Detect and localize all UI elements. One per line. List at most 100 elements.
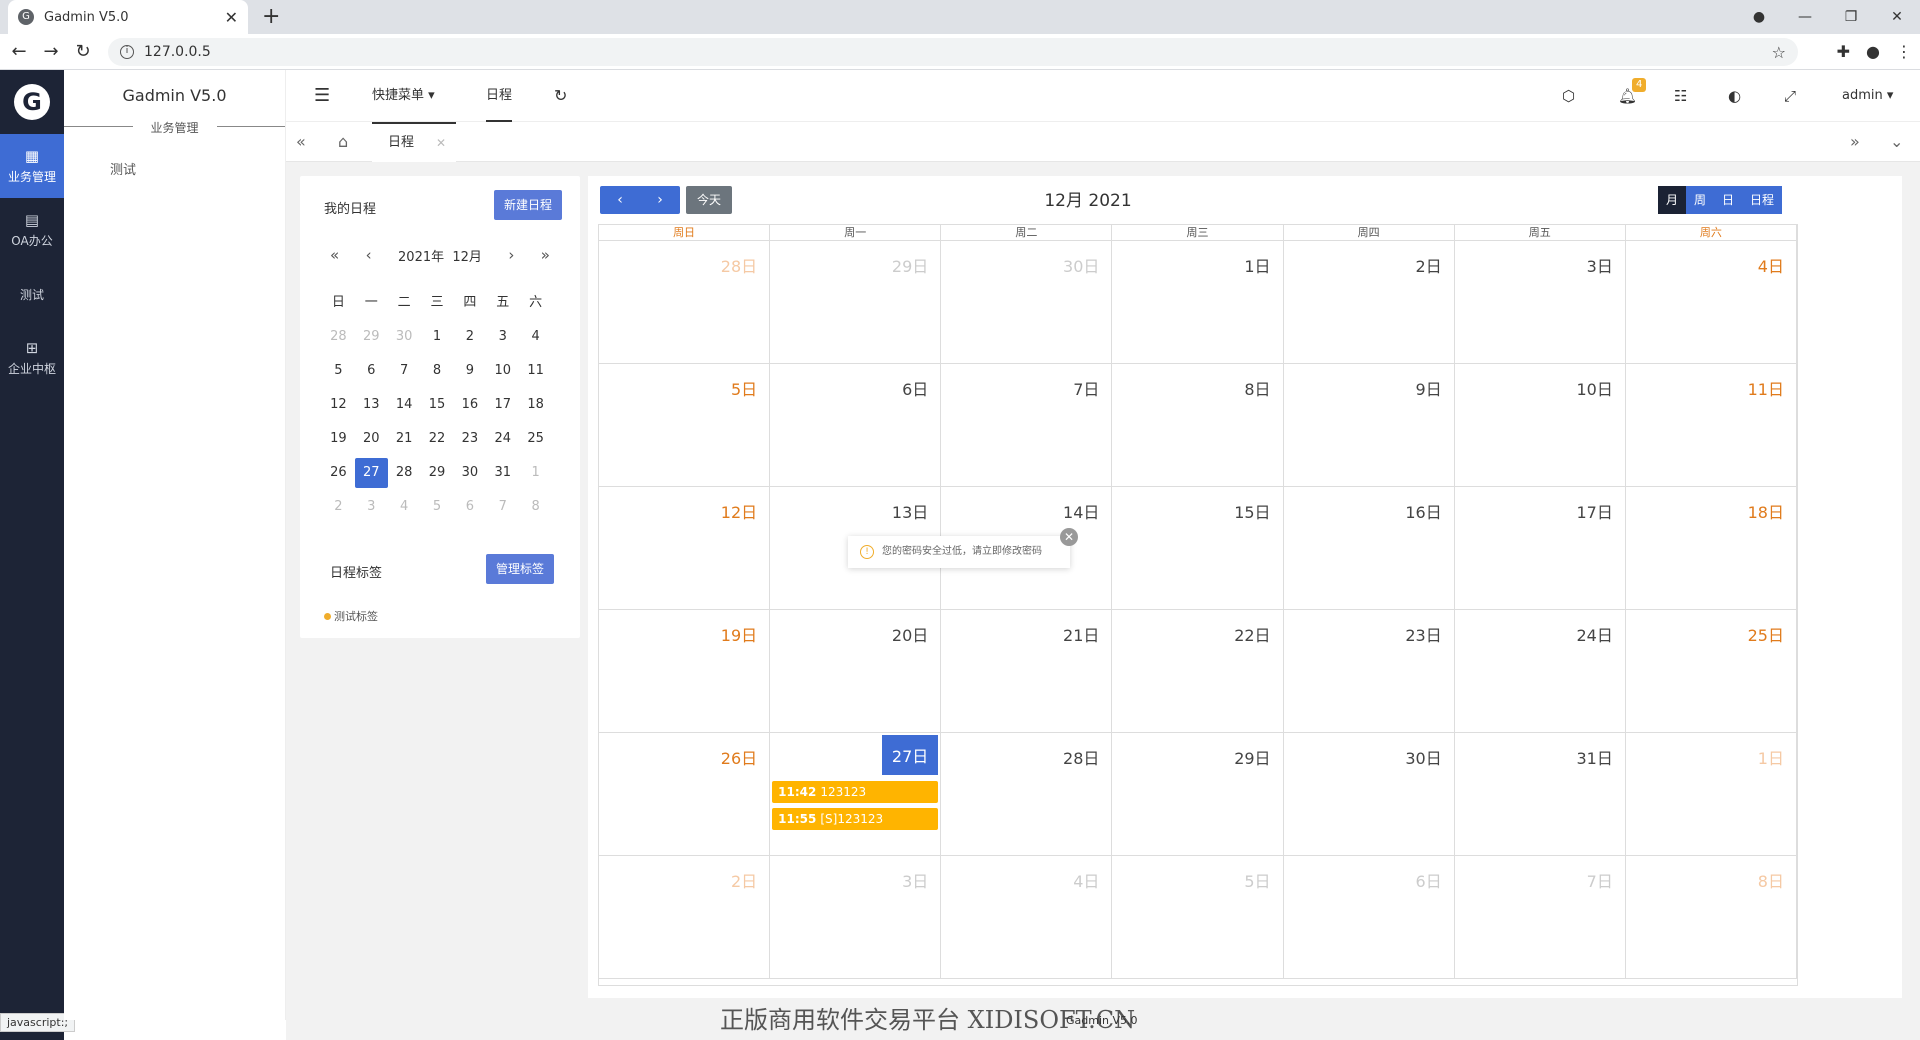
- day-cell[interactable]: 26日: [599, 733, 771, 855]
- back-icon[interactable]: ←: [6, 41, 32, 62]
- profile-menu-icon[interactable]: ●: [1736, 9, 1782, 25]
- next-year-icon[interactable]: »: [541, 246, 550, 265]
- close-tab-icon[interactable]: ✕: [436, 124, 446, 162]
- omnibox[interactable]: i 127.0.0.5 ☆: [108, 38, 1798, 66]
- reload-icon[interactable]: ↻: [70, 41, 96, 62]
- day-cell[interactable]: 23日: [1284, 610, 1455, 732]
- day-cell[interactable]: 11日: [1626, 364, 1797, 486]
- quick-menu[interactable]: 快捷菜单 ▾: [372, 70, 435, 122]
- day-cell[interactable]: 29日: [1112, 733, 1284, 855]
- submenu-item-test[interactable]: 测试: [110, 159, 285, 178]
- close-window-icon[interactable]: ✕: [1874, 9, 1920, 25]
- settings-sliders-icon[interactable]: ☷: [1674, 70, 1687, 122]
- mini-day[interactable]: 6: [453, 492, 486, 522]
- mini-day[interactable]: 25: [519, 424, 552, 454]
- theme-icon[interactable]: ◐: [1728, 70, 1741, 122]
- view-day-button[interactable]: 日: [1714, 186, 1743, 214]
- close-tab-icon[interactable]: ✕: [225, 8, 238, 27]
- day-cell[interactable]: 2日: [1284, 241, 1455, 363]
- view-month-button[interactable]: 月: [1658, 186, 1687, 214]
- mini-year[interactable]: 2021年: [398, 250, 444, 265]
- day-cell[interactable]: 1日: [1112, 241, 1284, 363]
- mini-day[interactable]: 2: [453, 322, 486, 352]
- mini-day[interactable]: 30: [453, 458, 486, 488]
- mini-day[interactable]: 8: [421, 356, 454, 386]
- mini-day[interactable]: 10: [486, 356, 519, 386]
- info-icon[interactable]: i: [120, 45, 134, 59]
- day-cell[interactable]: 28日: [599, 241, 771, 363]
- calendar-event[interactable]: 11:55 [S]123123: [772, 808, 939, 830]
- extensions-icon[interactable]: ✚: [1837, 42, 1850, 61]
- url-text[interactable]: 127.0.0.5: [144, 44, 211, 60]
- day-cell[interactable]: 1日: [1626, 733, 1797, 855]
- mini-month[interactable]: 12月: [452, 250, 482, 265]
- day-cell[interactable]: 16日: [1284, 487, 1455, 609]
- mini-day[interactable]: 14: [388, 390, 421, 420]
- cube-icon[interactable]: ⬡: [1562, 70, 1575, 122]
- mini-day[interactable]: 6: [355, 356, 388, 386]
- mini-day[interactable]: 19: [322, 424, 355, 454]
- refresh-icon[interactable]: ↻: [554, 70, 567, 122]
- mini-day[interactable]: 8: [519, 492, 552, 522]
- mini-day[interactable]: 1: [421, 322, 454, 352]
- new-schedule-button[interactable]: 新建日程: [494, 190, 562, 220]
- mini-day[interactable]: 28: [388, 458, 421, 488]
- mini-day[interactable]: 17: [486, 390, 519, 420]
- profile-icon[interactable]: ●: [1866, 42, 1880, 61]
- day-cell[interactable]: 5日: [1112, 856, 1284, 978]
- next-month-icon[interactable]: ›: [508, 246, 514, 265]
- day-cell[interactable]: 4日: [941, 856, 1113, 978]
- day-cell[interactable]: 25日: [1626, 610, 1797, 732]
- day-cell[interactable]: 19日: [599, 610, 771, 732]
- day-cell[interactable]: 29日: [770, 241, 942, 363]
- day-cell[interactable]: 4日: [1626, 241, 1797, 363]
- prev-button[interactable]: ‹: [600, 186, 640, 214]
- day-cell[interactable]: 22日: [1112, 610, 1284, 732]
- day-cell[interactable]: 20日: [770, 610, 942, 732]
- toast-close-icon[interactable]: ✕: [1060, 528, 1078, 546]
- mini-day[interactable]: 29: [355, 322, 388, 352]
- mini-day[interactable]: 4: [388, 492, 421, 522]
- mini-day[interactable]: 7: [388, 356, 421, 386]
- forward-icon[interactable]: →: [38, 41, 64, 62]
- user-menu[interactable]: admin ▾: [1842, 70, 1893, 122]
- mini-day[interactable]: 2: [322, 492, 355, 522]
- day-cell[interactable]: 28日: [941, 733, 1113, 855]
- day-cell[interactable]: 2日: [599, 856, 771, 978]
- day-cell[interactable]: 6日: [770, 364, 942, 486]
- mini-day[interactable]: 24: [486, 424, 519, 454]
- manage-tags-button[interactable]: 管理标签: [486, 554, 554, 584]
- day-cell[interactable]: 9日: [1284, 364, 1455, 486]
- mini-day[interactable]: 3: [486, 322, 519, 352]
- sidebar-item-test[interactable]: 测试: [0, 262, 64, 326]
- minimize-icon[interactable]: —: [1782, 9, 1828, 25]
- mini-day[interactable]: 3: [355, 492, 388, 522]
- mini-day[interactable]: 9: [453, 356, 486, 386]
- prev-month-icon[interactable]: ‹: [366, 246, 372, 265]
- mini-day[interactable]: 22: [421, 424, 454, 454]
- day-cell[interactable]: 7日: [1455, 856, 1626, 978]
- more-menu-icon[interactable]: ⋮: [1896, 42, 1912, 61]
- day-cell[interactable]: 30日: [1284, 733, 1455, 855]
- tabs-dropdown-icon[interactable]: ⌄: [1890, 122, 1903, 162]
- day-cell[interactable]: 15日: [1112, 487, 1284, 609]
- browser-tab[interactable]: G Gadmin V5.0 ✕: [8, 0, 248, 34]
- mini-day[interactable]: 7: [486, 492, 519, 522]
- mini-day[interactable]: 5: [421, 492, 454, 522]
- fullscreen-icon[interactable]: ⤢: [1784, 70, 1796, 122]
- mini-day[interactable]: 21: [388, 424, 421, 454]
- sidebar-item-business[interactable]: ▦ 业务管理: [0, 134, 64, 198]
- day-cell[interactable]: 7日: [941, 364, 1113, 486]
- bookmark-star-icon[interactable]: ☆: [1772, 43, 1786, 62]
- prev-year-icon[interactable]: «: [330, 246, 339, 265]
- day-cell[interactable]: 8日: [1112, 364, 1284, 486]
- day-cell[interactable]: 8日: [1626, 856, 1797, 978]
- mini-day[interactable]: 4: [519, 322, 552, 352]
- sidebar-item-oa[interactable]: ▤ OA办公: [0, 198, 64, 262]
- day-cell[interactable]: 27日 11:42 123123 11:55 [S]123123: [770, 733, 942, 855]
- mini-day[interactable]: 20: [355, 424, 388, 454]
- tabs-scroll-left-icon[interactable]: «: [296, 122, 306, 162]
- mini-day[interactable]: 31: [486, 458, 519, 488]
- mini-day[interactable]: 30: [388, 322, 421, 352]
- mini-day[interactable]: 16: [453, 390, 486, 420]
